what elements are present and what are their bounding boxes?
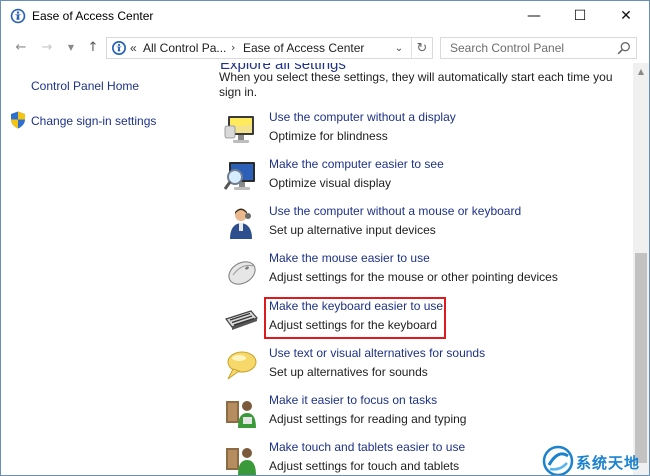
- intro-text: When you select these settings, they wil…: [219, 70, 613, 99]
- maximize-button[interactable]: ☐: [557, 1, 603, 31]
- setting-item-link[interactable]: Use text or visual alternatives for soun…: [269, 346, 485, 360]
- keyboard-icon: [225, 310, 259, 330]
- setting-item-link[interactable]: Make the mouse easier to use: [269, 251, 430, 265]
- uac-shield-icon: [11, 111, 25, 129]
- setting-item-link[interactable]: Make the computer easier to see: [269, 157, 444, 171]
- setting-item-desc: Adjust settings for reading and typing: [269, 412, 467, 426]
- forward-arrow-icon: →: [41, 39, 53, 55]
- setting-item-input[interactable]: Use the computer without a mouse or keyb…: [223, 204, 623, 248]
- main-content: Explore all settings When you select the…: [206, 63, 633, 475]
- recent-locations-button[interactable]: ▼: [64, 37, 78, 57]
- setting-item-link[interactable]: Make touch and tablets easier to use: [269, 440, 465, 454]
- mouse-icon: [228, 261, 256, 285]
- scroll-thumb[interactable]: [635, 253, 647, 463]
- setting-item-desc: Set up alternatives for sounds: [269, 365, 428, 379]
- setting-item-desc: Optimize visual display: [269, 176, 392, 190]
- vertical-scrollbar[interactable]: ▲: [633, 63, 649, 475]
- left-pane: Control Panel Home Change sign-in settin…: [1, 63, 206, 475]
- close-button[interactable]: ✕: [603, 1, 649, 31]
- breadcrumb-overflow[interactable]: «: [130, 41, 137, 55]
- forward-button[interactable]: →: [37, 37, 57, 57]
- back-arrow-icon: ←: [15, 39, 27, 55]
- breadcrumb-all-control-panel[interactable]: All Control Pa...: [143, 41, 226, 55]
- keyboard-highlight-box: [264, 297, 446, 339]
- setting-item-sounds[interactable]: Use text or visual alternatives for soun…: [223, 346, 623, 390]
- up-button[interactable]: ↑: [83, 37, 103, 57]
- search-icon[interactable]: [617, 41, 631, 55]
- title-bar: Ease of Access Center — ☐ ✕: [1, 1, 649, 31]
- chevron-down-icon: ⌄: [394, 42, 404, 54]
- refresh-button[interactable]: ↻: [411, 38, 432, 58]
- setting-item-desc: Adjust settings for the mouse or other p…: [269, 270, 558, 284]
- maximize-icon: ☐: [573, 8, 587, 24]
- setting-item-mouse[interactable]: Make the mouse easier to use Adjust sett…: [223, 251, 623, 295]
- address-dropdown-button[interactable]: ⌄: [391, 40, 407, 56]
- search-input[interactable]: [441, 38, 611, 58]
- setting-item-desc: Set up alternative input devices: [269, 223, 436, 237]
- setting-item-link[interactable]: Use the computer without a mouse or keyb…: [269, 204, 521, 218]
- setting-item-focus[interactable]: Make it easier to focus on tasks Adjust …: [223, 393, 623, 437]
- watermark: 系统天地: [542, 444, 649, 475]
- setting-item-see[interactable]: Make the computer easier to see Optimize…: [223, 157, 623, 201]
- breadcrumb-separator-icon[interactable]: ›: [231, 41, 235, 54]
- search-box[interactable]: [440, 37, 637, 59]
- setting-item-desc: Optimize for blindness: [269, 129, 388, 143]
- setting-item-desc: Adjust settings for touch and tablets: [269, 459, 460, 473]
- ease-of-access-icon: [10, 8, 26, 24]
- refresh-icon: ↻: [416, 40, 428, 56]
- ease-of-access-window: Ease of Access Center — ☐ ✕ ← → ▼ ↑ « Al…: [0, 0, 650, 476]
- magnifier-monitor-icon: [223, 162, 255, 190]
- back-button[interactable]: ←: [11, 37, 31, 57]
- touch-people-icon: [226, 448, 256, 475]
- address-bar[interactable]: « All Control Pa... › Ease of Access Cen…: [106, 37, 433, 59]
- watermark-text: 系统天地: [576, 455, 641, 472]
- setting-item-link[interactable]: Make it easier to focus on tasks: [269, 393, 437, 407]
- setting-item-display[interactable]: Use the computer without a display Optim…: [223, 110, 623, 154]
- watermark-logo-icon: [542, 445, 574, 475]
- chevron-down-icon: ▼: [67, 42, 75, 52]
- chevron-up-icon: ▲: [637, 66, 645, 76]
- control-panel-icon: [112, 41, 126, 55]
- minimize-button[interactable]: —: [511, 1, 557, 31]
- person-icon: [230, 208, 252, 239]
- minimize-icon: —: [527, 8, 541, 24]
- speech-bubble-icon: [227, 351, 257, 380]
- window-title: Ease of Access Center: [32, 9, 154, 23]
- up-arrow-icon: ↑: [87, 39, 99, 55]
- control-panel-home-link[interactable]: Control Panel Home: [31, 79, 139, 93]
- breadcrumb-ease-of-access[interactable]: Ease of Access Center: [243, 41, 364, 55]
- setting-item-link[interactable]: Use the computer without a display: [269, 110, 456, 124]
- monitor-icon: [224, 116, 254, 143]
- close-icon: ✕: [620, 8, 632, 24]
- change-sign-in-settings-link[interactable]: Change sign-in settings: [31, 114, 156, 128]
- scroll-up-button[interactable]: ▲: [633, 63, 649, 79]
- navigation-bar: ← → ▼ ↑ « All Control Pa... › Ease of Ac…: [1, 31, 649, 63]
- people-icon: [226, 401, 256, 428]
